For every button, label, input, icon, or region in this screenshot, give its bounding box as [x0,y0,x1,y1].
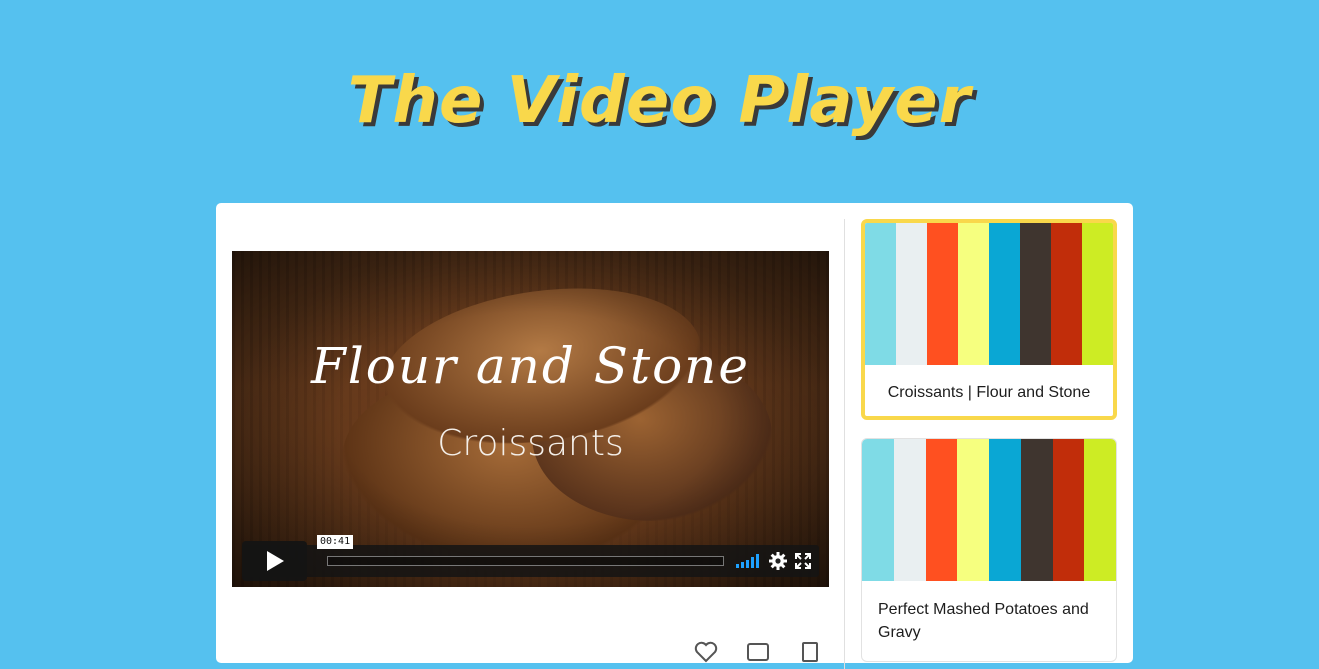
thumbnail-stripe [862,439,894,581]
video-player[interactable]: Flour and Stone Croissants 00:41 [232,251,829,587]
play-button[interactable] [242,541,307,581]
video-brand-text: Flour and Stone [311,337,750,395]
playlist-item-title: Perfect Mashed Potatoes and Gravy [878,601,1089,641]
gear-icon[interactable] [769,552,787,570]
thumbnail-stripe [1020,223,1051,365]
thumbnail-stripe [1052,439,1085,581]
fullscreen-icon[interactable] [795,553,811,569]
thumbnail-stripe [927,223,958,365]
thumbnail-stripe [865,223,896,365]
thumbnail-stripe [1051,223,1082,365]
share-icon[interactable] [798,640,822,664]
video-actions [694,640,822,664]
page-title: The Video Player [347,64,972,138]
divider [844,219,845,669]
playlist-item-mashed-potatoes[interactable]: Perfect Mashed Potatoes and Gravy [861,438,1117,662]
thumbnail-stripe [957,439,989,581]
time-tooltip: 00:41 [317,535,354,549]
thumbnail-stripe [893,439,926,581]
heart-icon[interactable] [694,640,718,664]
thumbnail-stripe [989,439,1021,581]
volume-icon[interactable] [736,554,760,568]
watch-later-icon[interactable] [746,640,770,664]
play-icon [266,551,284,571]
video-thumbnail [865,223,1113,365]
video-card: Flour and Stone Croissants 00:41 Croissa… [216,203,1133,669]
playlist-item-title: Croissants | Flour and Stone [887,384,1091,401]
thumbnail-stripe [925,439,958,581]
thumbnail-stripe [989,223,1020,365]
thumbnail-stripe [1020,439,1053,581]
thumbnail-stripe [1084,439,1116,581]
thumbnail-stripe [958,223,989,365]
video-thumbnail [862,439,1116,581]
progress-bar[interactable] [327,556,724,566]
playlist-item-croissants[interactable]: Croissants | Flour and Stone [861,219,1117,420]
video-subtitle-text: Croissants [437,423,624,464]
thumbnail-stripe [896,223,927,365]
thumbnail-stripe [1082,223,1113,365]
player-controls: 00:41 [242,535,819,581]
